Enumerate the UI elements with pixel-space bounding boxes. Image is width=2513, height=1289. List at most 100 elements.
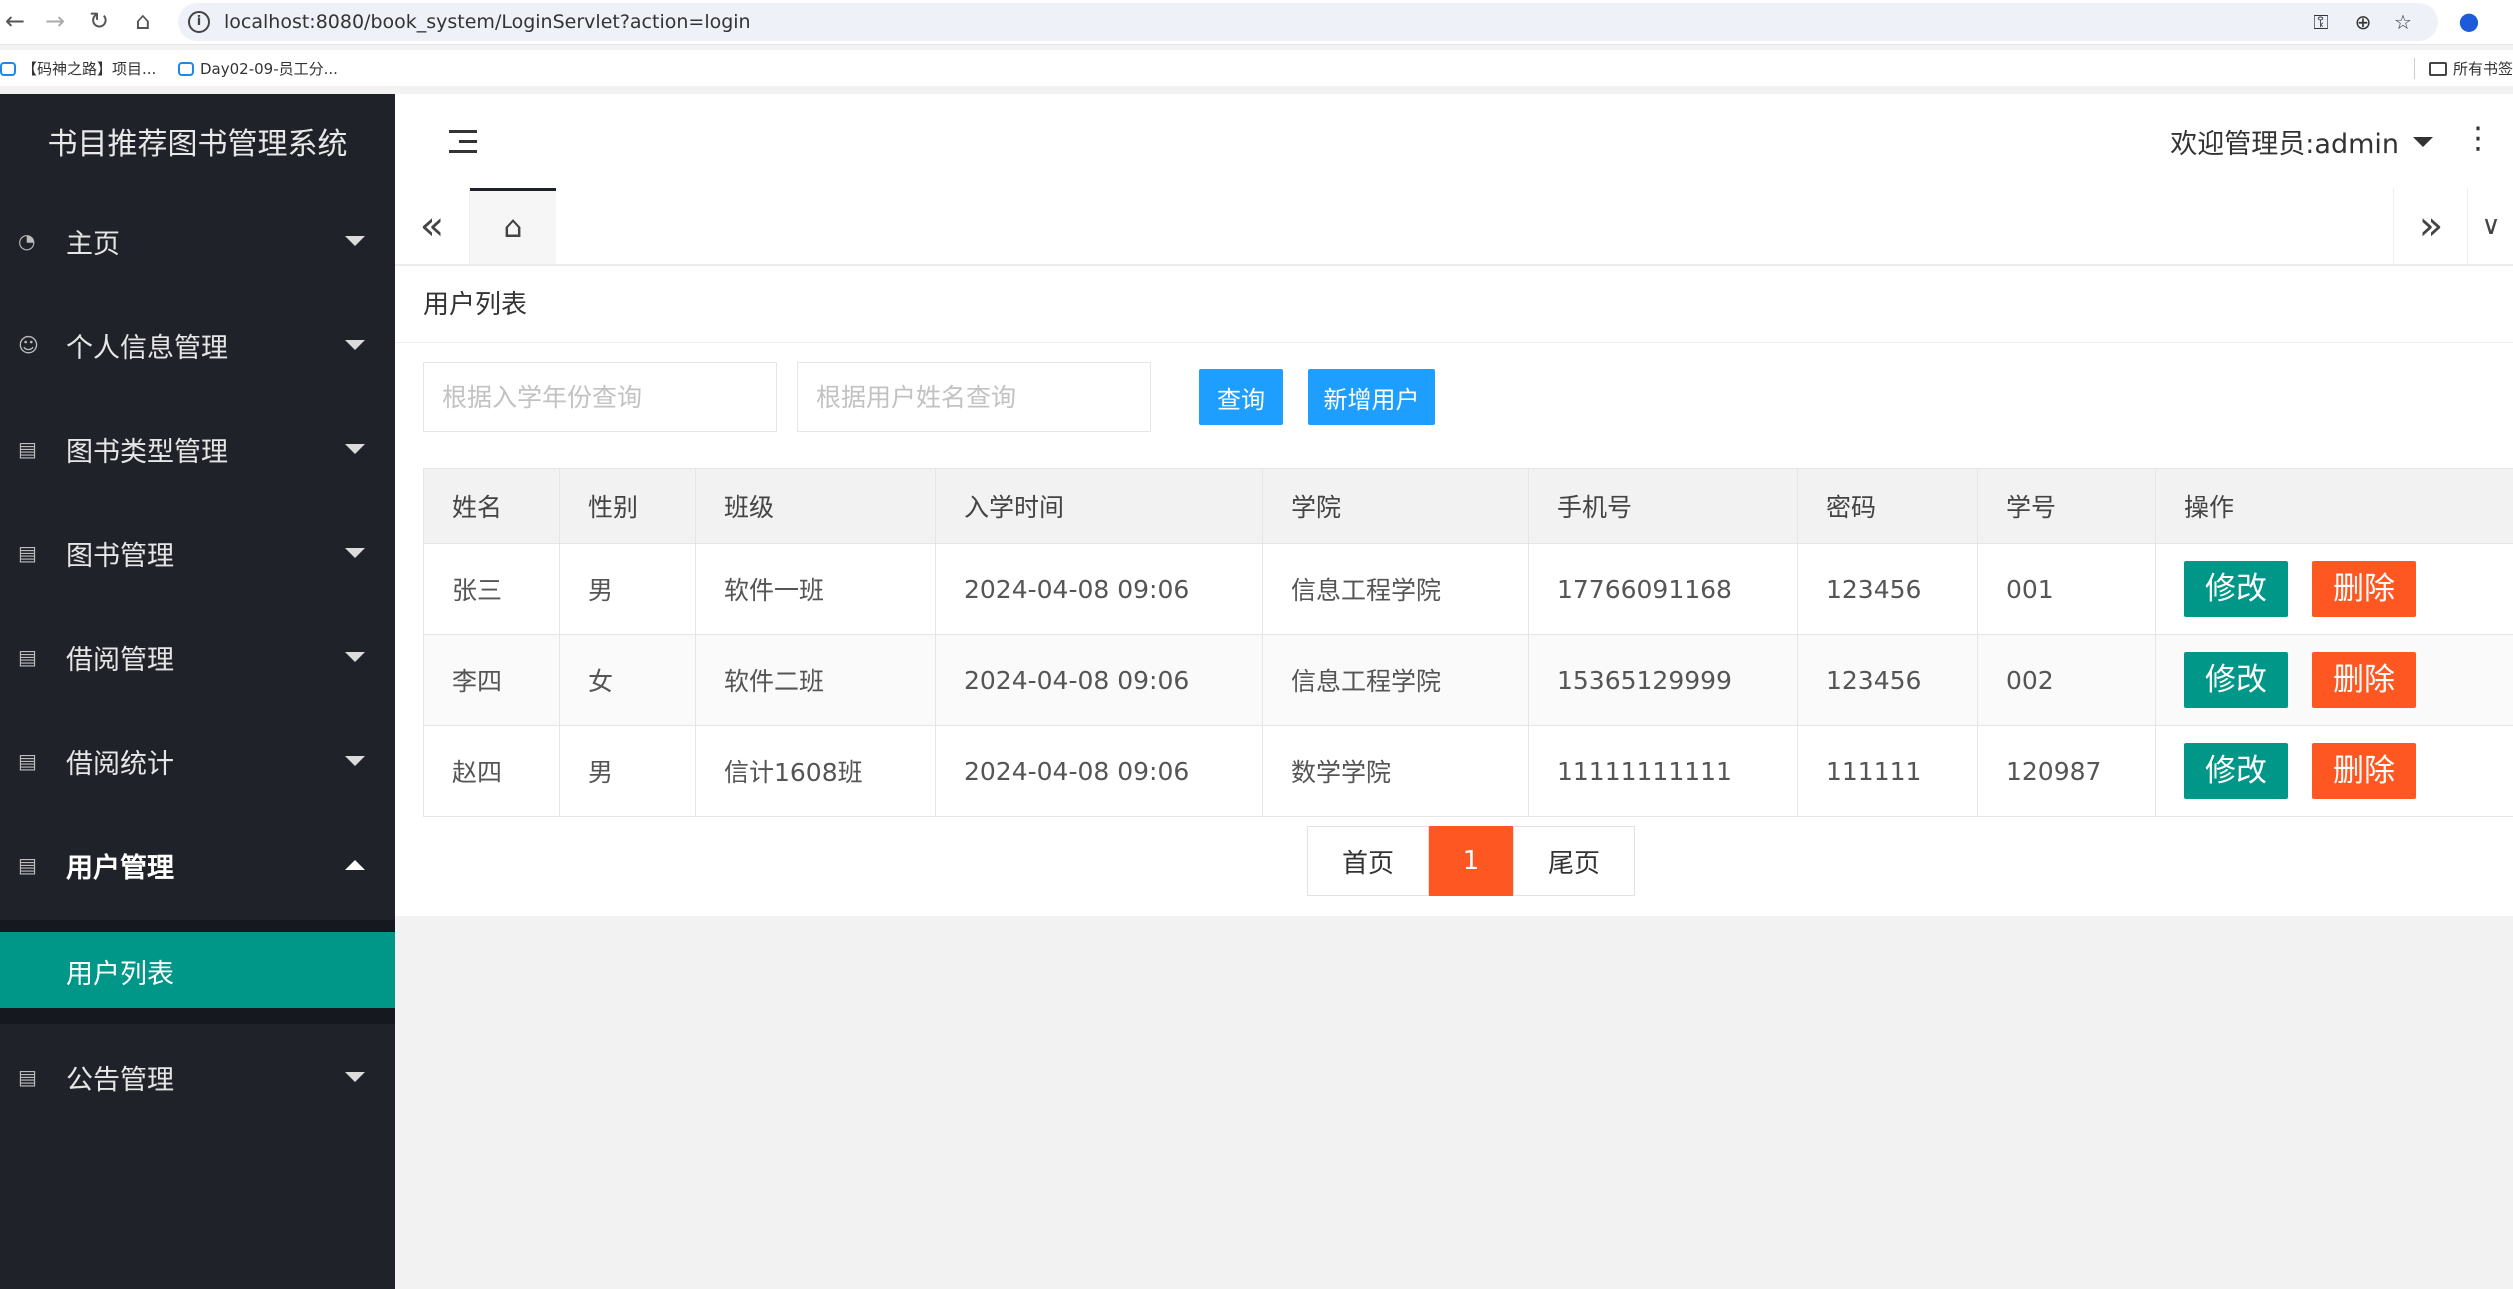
col-header: 姓名 [423,468,560,544]
address-url: localhost:8080/book_system/LoginServlet?… [224,11,751,33]
sidebar-item-borrow-stats[interactable]: ▤ 借阅统计 [0,708,395,812]
zoom-icon[interactable]: ⊕ [2350,9,2376,35]
cell-phone: 11111111111 [1528,725,1798,817]
sidebar-item-users[interactable]: ▤ 用户管理 [0,812,395,916]
cell-enroll-time: 2024-04-08 09:06 [935,634,1263,726]
dashboard-icon: ◔ [18,229,36,253]
bookmark-item[interactable]: Day02-09-员工分... [178,58,338,79]
add-user-button[interactable]: 新增用户 [1308,369,1435,425]
sidebar-item-profile[interactable]: ☺ 个人信息管理 [0,292,395,396]
back-icon[interactable]: ← [0,6,30,36]
cell-gender: 男 [559,543,696,635]
user-list-card: 用户列表 查询 新增用户 姓名 性别 班级 入学时间 学院 手机号 密码 学号 … [395,266,2513,916]
bilibili-icon [178,61,194,76]
user-menu[interactable]: 欢迎管理员:admin [2170,122,2433,161]
cell-password: 123456 [1797,543,1978,635]
caret-down-icon [345,756,365,766]
last-page-button[interactable]: 尾页 [1513,826,1635,896]
delete-button[interactable]: 删除 [2312,652,2416,708]
folder-icon [2429,61,2447,76]
caret-down-icon [345,444,365,454]
cell-student-id: 120987 [1977,725,2156,817]
star-icon[interactable]: ☆ [2390,9,2416,35]
table-header-row: 姓名 性别 班级 入学时间 学院 手机号 密码 学号 操作 [423,468,2513,544]
current-page-button[interactable]: 1 [1429,826,1513,896]
cell-password: 123456 [1797,634,1978,726]
user-icon: ☺ [18,333,39,357]
address-bar[interactable]: i localhost:8080/book_system/LoginServle… [178,3,2438,41]
file-icon: ▤ [18,541,37,565]
collapse-menu-icon[interactable] [449,130,479,154]
cell-student-id: 001 [1977,543,2156,635]
edit-button[interactable]: 修改 [2184,561,2288,617]
cell-actions: 修改 删除 [2155,543,2513,635]
sidebar: 书目推荐图书管理系统 ◔ 主页 ☺ 个人信息管理 ▤ 图书类型管理 ▤ 图书管理… [0,94,395,1289]
tabs-scroll-right-icon[interactable]: » [2393,188,2468,264]
caret-down-icon [345,652,365,662]
pagination: 首页 1 尾页 [1307,826,1635,896]
sidebar-item-book-types[interactable]: ▤ 图书类型管理 [0,396,395,500]
cell-enroll-time: 2024-04-08 09:06 [935,543,1263,635]
cell-actions: 修改 删除 [2155,634,2513,726]
divider [395,342,2513,343]
tab-home-icon[interactable]: ⌂ [470,188,556,264]
table-row: 李四 女 软件二班 2024-04-08 09:06 信息工程学院 153651… [423,634,2513,726]
home-icon[interactable]: ⌂ [128,6,158,36]
query-button[interactable]: 查询 [1199,369,1283,425]
caret-down-icon [345,548,365,558]
bilibili-icon [0,61,16,76]
cell-college: 信息工程学院 [1262,543,1529,635]
tabs-menu-chevron-icon[interactable]: ∨ [2467,188,2513,264]
edit-button[interactable]: 修改 [2184,652,2288,708]
first-page-button[interactable]: 首页 [1307,826,1429,896]
reload-icon[interactable]: ↻ [84,6,114,36]
cell-class: 软件二班 [695,634,936,726]
cell-password: 111111 [1797,725,1978,817]
content-empty-area [395,916,2513,1289]
col-header: 学号 [1977,468,2156,544]
sidebar-item-notices[interactable]: ▤ 公告管理 [0,1024,395,1128]
edit-button[interactable]: 修改 [2184,743,2288,799]
bookmark-item[interactable]: 【码神之路】项目... [0,58,156,79]
file-icon: ▤ [18,1065,37,1089]
file-icon: ▤ [18,437,37,461]
tab-strip: « ⌂ » ∨ [395,188,2513,266]
sidebar-subitem-user-list[interactable]: 用户列表 [0,932,395,1008]
key-icon[interactable]: ⚿ [2308,9,2334,35]
col-header: 手机号 [1528,468,1798,544]
caret-down-icon [345,340,365,350]
cell-phone: 15365129999 [1528,634,1798,726]
sidebar-item-home[interactable]: ◔ 主页 [0,188,395,292]
caret-up-icon [345,860,365,870]
col-header: 学院 [1262,468,1529,544]
more-icon[interactable]: ⋮ [2463,124,2493,154]
user-table: 姓名 性别 班级 入学时间 学院 手机号 密码 学号 操作 张三 男 软件一班 … [423,468,2513,817]
cell-gender: 女 [559,634,696,726]
search-name-input[interactable] [797,362,1151,432]
cell-class: 信计1608班 [695,725,936,817]
cell-class: 软件一班 [695,543,936,635]
cell-student-id: 002 [1977,634,2156,726]
col-header: 操作 [2155,468,2513,544]
col-header: 入学时间 [935,468,1263,544]
bookmarks-bar: 【码神之路】项目... Day02-09-员工分... 所有书签 [0,50,2513,86]
table-row: 张三 男 软件一班 2024-04-08 09:06 信息工程学院 177660… [423,543,2513,635]
caret-down-icon [2413,136,2433,147]
site-info-icon[interactable]: i [188,11,210,33]
cell-enroll-time: 2024-04-08 09:06 [935,725,1263,817]
search-year-input[interactable] [423,362,777,432]
forward-icon[interactable]: → [40,6,70,36]
delete-button[interactable]: 删除 [2312,743,2416,799]
sidebar-item-books[interactable]: ▤ 图书管理 [0,500,395,604]
profile-icon[interactable]: ● [2454,6,2484,36]
cell-name: 赵四 [423,725,560,817]
delete-button[interactable]: 删除 [2312,561,2416,617]
all-bookmarks[interactable]: 所有书签 [2414,58,2513,79]
browser-toolbar: ← → ↻ ⌂ i localhost:8080/book_system/Log… [0,0,2513,45]
cell-name: 李四 [423,634,560,726]
cell-college: 数学学院 [1262,725,1529,817]
sidebar-item-borrow[interactable]: ▤ 借阅管理 [0,604,395,708]
tabs-scroll-left-icon[interactable]: « [395,188,470,264]
cell-actions: 修改 删除 [2155,725,2513,817]
top-header: 欢迎管理员:admin ⋮ [395,94,2513,189]
